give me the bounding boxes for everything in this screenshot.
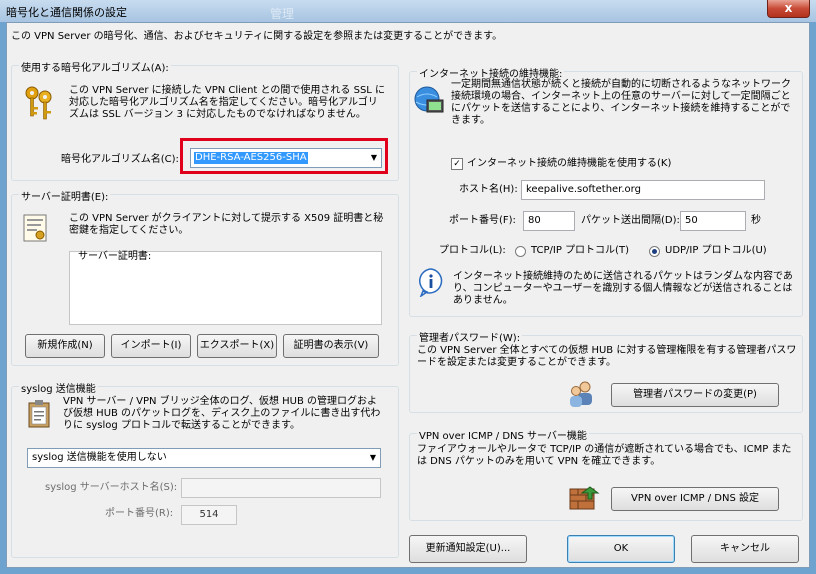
syslog-host-input[interactable] [181, 478, 381, 498]
algorithm-select[interactable]: DHE-RSA-AES256-SHA ▼ [190, 148, 382, 168]
change-admin-password-button[interactable]: 管理者パスワードの変更(P) [611, 383, 779, 407]
network-computer-icon [413, 85, 445, 120]
icmp-dns-description: ファイアウォールやルータで TCP/IP の通信が遮断されている場合でも、ICM… [417, 444, 792, 467]
certificate-box-label: サーバー証明書: [78, 251, 152, 262]
close-icon: x [784, 1, 793, 15]
keepalive-port-label: ポート番号(F): [449, 215, 516, 226]
update-notification-button[interactable]: 更新通知設定(U)... [409, 535, 527, 563]
keepalive-enable-label: インターネット接続の維持機能を使用する(K) [467, 158, 672, 169]
cancel-button[interactable]: キャンセル [691, 535, 799, 563]
syslog-port-input[interactable]: 514 [181, 505, 237, 525]
tcp-radio-label: TCP/IP プロトコル(T) [531, 245, 629, 256]
keepalive-interval-label: パケット送出間隔(D): [581, 215, 680, 226]
close-button[interactable]: x [767, 0, 810, 18]
import-certificate-button[interactable]: インポート(I) [111, 334, 191, 358]
certificate-group-label: サーバー証明書(E): [19, 188, 111, 203]
algorithm-value: DHE-RSA-AES256-SHA [194, 152, 308, 164]
checkmark-icon: ✓ [453, 159, 461, 169]
admin-password-description: この VPN Server 全体とすべての仮想 HUB に対する管理権限を有する… [417, 345, 797, 368]
certificate-icon [23, 213, 49, 246]
window-title: 暗号化と通信関係の設定 [6, 6, 127, 19]
info-icon [417, 267, 445, 300]
keepalive-host-input[interactable]: keepalive.softether.org [521, 180, 765, 200]
certificate-description: この VPN Server がクライアントに対して提示する X509 証明書と秘… [69, 213, 384, 236]
syslog-mode-value: syslog 送信機能を使用しない [32, 452, 167, 463]
keepalive-info-text: インターネット接続維持のために送信されるパケットはランダムな内容であり、コンピュ… [453, 271, 793, 306]
algorithm-label: 暗号化アルゴリズム名(C): [61, 154, 179, 165]
keepalive-description: 一定期間無通信状態が続くと接続が自動的に切断されるようなネットワーク接続環境の場… [451, 79, 791, 126]
view-certificate-button[interactable]: 証明書の表示(V) [283, 334, 379, 358]
icmp-dns-settings-button[interactable]: VPN over ICMP / DNS 設定 [611, 487, 779, 511]
ok-button[interactable]: OK [567, 535, 675, 563]
keepalive-host-label: ホスト名(H): [459, 184, 518, 195]
syslog-port-label: ポート番号(R): [105, 508, 174, 519]
chevron-down-icon: ▼ [370, 153, 377, 162]
keepalive-port-input[interactable]: 80 [523, 211, 575, 231]
syslog-host-label: syslog サーバーホスト名(S): [45, 482, 178, 493]
clipboard-icon [27, 399, 53, 432]
new-certificate-button[interactable]: 新規作成(N) [25, 334, 105, 358]
icmp-dns-group-label: VPN over ICMP / DNS サーバー機能 [417, 427, 589, 442]
udp-radio[interactable] [649, 246, 660, 257]
admin-password-group-label: 管理者パスワード(W): [417, 329, 523, 344]
syslog-mode-select[interactable]: syslog 送信機能を使用しない ▼ [27, 448, 381, 468]
certificate-info-box: サーバー証明書: [69, 251, 382, 325]
users-icon [567, 379, 597, 412]
intro-text: この VPN Server の暗号化、通信、およびセキュリティに関する設定を参照… [11, 31, 503, 42]
dialog-client-area: この VPN Server の暗号化、通信、およびセキュリティに関する設定を参照… [6, 22, 810, 568]
keys-icon [23, 85, 55, 124]
syslog-description: VPN サーバー / VPN ブリッジ全体のログ、仮想 HUB の管理ログおよび… [63, 396, 381, 431]
title-bar: 暗号化と通信関係の設定 管理 x [0, 0, 816, 22]
keepalive-checkbox[interactable]: ✓ [451, 158, 463, 170]
tcp-radio[interactable] [515, 246, 526, 257]
keepalive-interval-unit: 秒 [751, 215, 761, 226]
firewall-icon [568, 483, 600, 516]
background-window-caption: 管理 [270, 7, 295, 21]
encryption-group-label: 使用する暗号化アルゴリズム(A): [19, 59, 171, 74]
keepalive-interval-input[interactable]: 50 [680, 211, 746, 231]
protocol-label: プロトコル(L): [439, 245, 506, 256]
chevron-down-icon: ▼ [369, 453, 376, 462]
keepalive-group-label: インターネット接続の維持機能: [417, 65, 565, 80]
export-certificate-button[interactable]: エクスポート(X) [197, 334, 277, 358]
encryption-description: この VPN Server に接続した VPN Client との間で使用される… [69, 85, 386, 120]
syslog-group-label: syslog 送信機能 [19, 380, 98, 395]
udp-radio-label: UDP/IP プロトコル(U) [665, 245, 767, 256]
